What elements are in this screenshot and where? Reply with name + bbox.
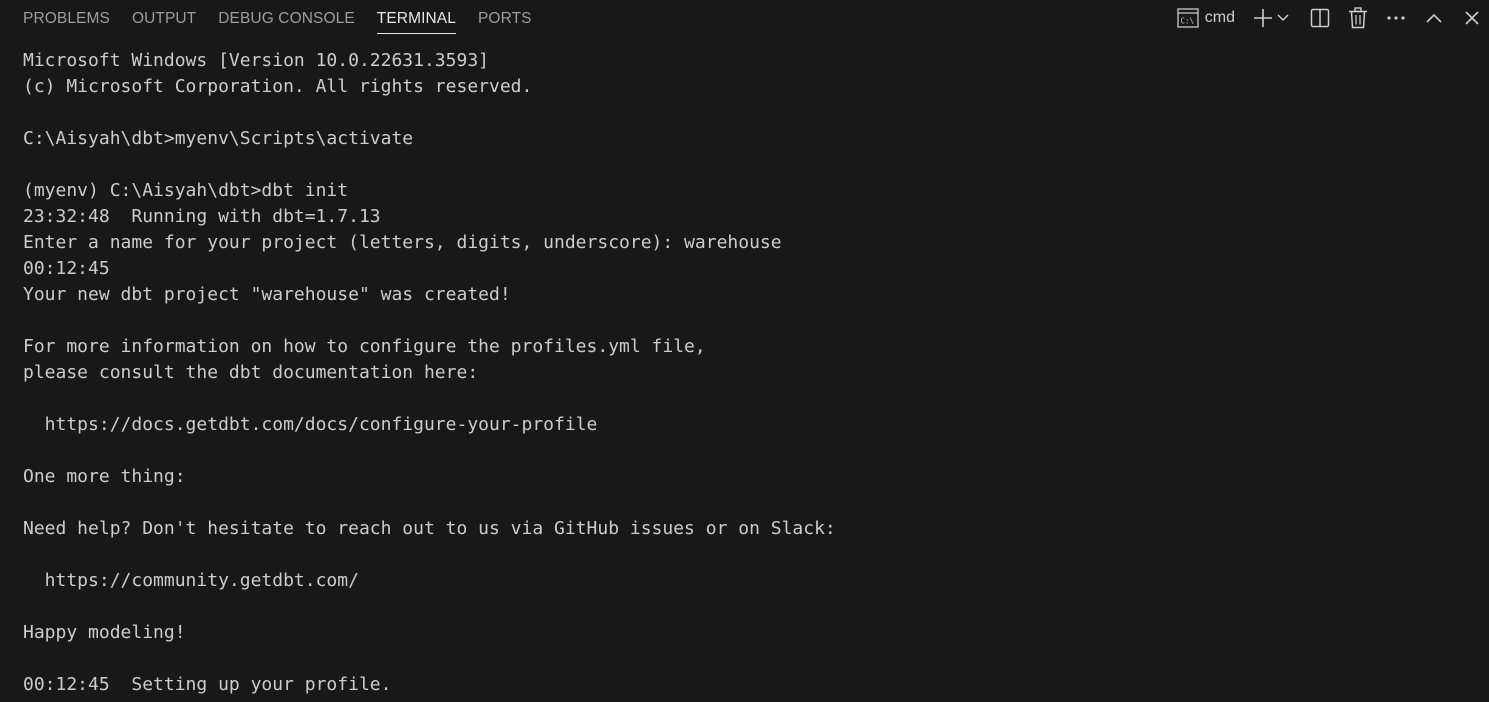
terminal-line: C:\Aisyah\dbt>myenv\Scripts\activate <box>23 128 414 149</box>
terminal-line: For more information on how to configure… <box>23 336 706 357</box>
terminal-output[interactable]: Microsoft Windows [Version 10.0.22631.35… <box>23 48 1489 702</box>
chevron-up-icon <box>1425 12 1443 24</box>
launch-profile-button[interactable] <box>1275 4 1291 32</box>
split-icon <box>1310 8 1330 28</box>
tab-ports[interactable]: PORTS <box>467 0 543 38</box>
trash-icon <box>1348 7 1368 29</box>
terminal-line: One more thing: <box>23 466 186 487</box>
tab-debug-console[interactable]: DEBUG CONSOLE <box>207 0 366 38</box>
tab-terminal[interactable]: TERMINAL <box>366 0 467 38</box>
terminal-line: Need help? Don't hesitate to reach out t… <box>23 518 836 539</box>
chevron-down-icon <box>1276 13 1290 23</box>
terminal-line: 00:12:45 Setting up your profile. <box>23 674 392 695</box>
terminal-selector-button[interactable]: C:\ cmd <box>1175 4 1239 32</box>
terminal-link-line[interactable]: https://docs.getdbt.com/docs/configure-y… <box>23 412 1489 438</box>
terminal-line: Your new dbt project "warehouse" was cre… <box>23 284 511 305</box>
terminal-line: Happy modeling! <box>23 622 186 643</box>
svg-text:C:\: C:\ <box>1180 17 1194 26</box>
terminal-line: (myenv) C:\Aisyah\dbt>dbt init <box>23 180 349 201</box>
split-terminal-button[interactable] <box>1309 4 1331 32</box>
terminal-line: please consult the dbt documentation her… <box>23 362 479 383</box>
terminal-line: 23:32:48 Running with dbt=1.7.13 <box>23 206 381 227</box>
new-terminal-button[interactable] <box>1251 4 1275 32</box>
panel-tabs: PROBLEMS OUTPUT DEBUG CONSOLE TERMINAL P… <box>12 0 543 38</box>
kill-terminal-button[interactable] <box>1347 4 1369 32</box>
plus-icon <box>1253 8 1273 28</box>
terminal-icon: C:\ <box>1177 8 1199 28</box>
tab-problems[interactable]: PROBLEMS <box>12 0 121 38</box>
terminal-name: cmd <box>1204 9 1235 26</box>
ellipsis-icon <box>1386 15 1406 21</box>
terminal-line: (c) Microsoft Corporation. All rights re… <box>23 76 533 97</box>
terminal-line: Microsoft Windows [Version 10.0.22631.35… <box>23 50 489 71</box>
panel-header: PROBLEMS OUTPUT DEBUG CONSOLE TERMINAL P… <box>0 0 1489 38</box>
terminal-link-line[interactable]: https://community.getdbt.com/ <box>23 568 1489 594</box>
more-actions-button[interactable] <box>1385 4 1407 32</box>
close-icon <box>1464 10 1480 26</box>
terminal-line: 00:12:45 <box>23 258 110 279</box>
panel-actions: C:\ cmd <box>1175 0 1483 36</box>
terminal-line: Enter a name for your project (letters, … <box>23 232 782 253</box>
close-panel-button[interactable] <box>1461 4 1483 32</box>
tab-output[interactable]: OUTPUT <box>121 0 207 38</box>
maximize-panel-button[interactable] <box>1423 4 1445 32</box>
